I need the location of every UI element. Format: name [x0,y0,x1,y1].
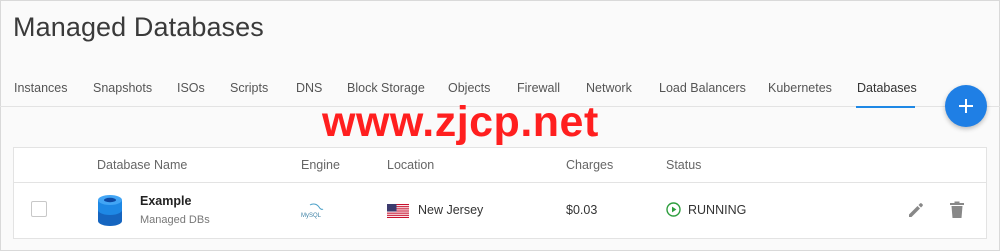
tab-isos[interactable]: ISOs [177,81,205,95]
tab-snapshots[interactable]: Snapshots [93,81,152,95]
page-title: Managed Databases [13,12,264,42]
column-header-location[interactable]: Location [387,158,434,172]
location-text: New Jersey [418,203,484,217]
table-row[interactable]: Example Managed DBs MySQL New Jersey $0.… [14,184,986,240]
tab-objects[interactable]: Objects [448,81,490,95]
tab-block-storage[interactable]: Block Storage [347,81,425,95]
table-header: Database Name Engine Location Charges St… [14,148,986,183]
plus-icon [959,99,973,113]
tab-instances[interactable]: Instances [14,81,68,95]
row-select-checkbox[interactable] [31,201,47,217]
column-header-status[interactable]: Status [666,158,701,172]
tab-firewall[interactable]: Firewall [517,81,560,95]
column-header-engine[interactable]: Engine [301,158,340,172]
tab-network[interactable]: Network [586,81,632,95]
tab-dns[interactable]: DNS [296,81,322,95]
status-badge: RUNNING [688,203,747,217]
database-icon [98,195,122,226]
charges-value: $0.03 [566,203,598,217]
database-name[interactable]: Example [140,194,191,208]
mysql-logo-icon: MySQL [301,203,324,219]
delete-icon[interactable] [949,201,965,219]
tab-databases[interactable]: Databases [857,81,917,95]
mysql-logo-text: MySQL [301,213,322,219]
active-tab-indicator [856,106,915,108]
column-header-name[interactable]: Database Name [97,158,187,172]
us-flag-icon [387,204,409,218]
tab-kubernetes[interactable]: Kubernetes [768,81,832,95]
tab-load-balancers[interactable]: Load Balancers [659,81,746,95]
add-database-button[interactable] [945,85,987,127]
column-header-charges[interactable]: Charges [566,158,613,172]
watermark: www.zjcp.net [322,98,599,146]
running-status-icon [666,202,681,217]
databases-table: Database Name Engine Location Charges St… [13,147,987,239]
database-subtitle: Managed DBs [140,214,210,226]
tab-scripts[interactable]: Scripts [230,81,268,95]
edit-icon[interactable] [907,201,925,219]
